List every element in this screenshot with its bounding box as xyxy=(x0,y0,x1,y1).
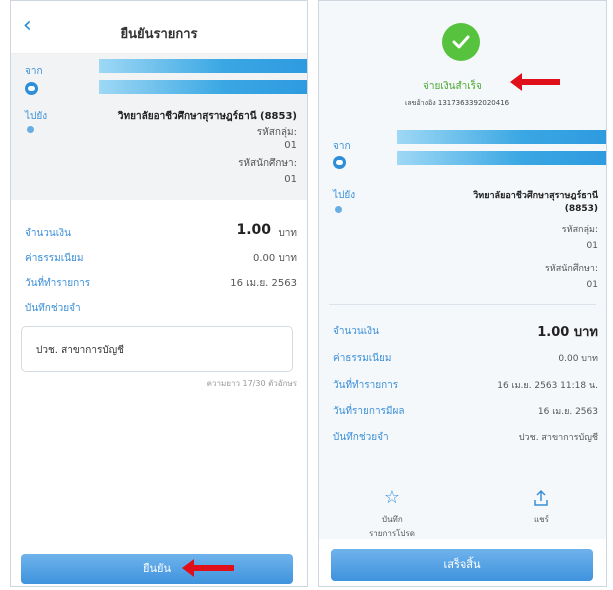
date-value: 16 เม.ย. 2563 11:18 น. xyxy=(497,381,598,391)
confirm-header: ‹ ยืนยันรายการ xyxy=(11,1,307,54)
done-button[interactable]: เสร็จสิ้น xyxy=(331,549,593,581)
student-value: 01 xyxy=(284,174,297,185)
divider xyxy=(329,304,596,305)
effective-date-value: 16 เม.ย. 2563 xyxy=(537,407,598,417)
group-label: รหัสกลุ่ม: xyxy=(561,225,598,235)
group-value: 01 xyxy=(284,140,297,151)
from-account-bar-2 xyxy=(99,80,307,94)
char-count: ความยาว 17/30 ตัวอักษร xyxy=(206,379,297,388)
fee-value: 0.00 บาท xyxy=(253,253,297,264)
favorite-label-1: บันทึก xyxy=(382,515,403,524)
fee-label: ค่าธรรมเนียม xyxy=(25,253,84,264)
memo-value: ปวช. สาขาการบัญชี xyxy=(36,345,124,356)
amount-label: จำนวนเงิน xyxy=(333,326,379,337)
arrow-pointer xyxy=(510,73,560,91)
student-value: 01 xyxy=(586,280,598,290)
account-icon xyxy=(333,156,346,169)
memo-value: ปวช. สาขาการบัญชี xyxy=(518,433,598,443)
arrow-pointer xyxy=(182,559,234,577)
from-account-bar xyxy=(397,130,606,144)
from-label: จาก xyxy=(333,141,351,152)
favorite-button[interactable]: ☆ บันทึก รายการโปรด xyxy=(357,487,427,539)
student-label: รหัสนักศึกษา: xyxy=(544,264,598,274)
account-section: จาก ไปยัง วิทยาลัยอาชีวศึกษาสุราษฎร์ธานี… xyxy=(11,54,307,200)
date-label: วันที่ทำรายการ xyxy=(25,278,91,289)
student-label: รหัสนักศึกษา: xyxy=(238,158,297,169)
recipient-name: วิทยาลัยอาชีวศึกษาสุราษฎร์ธานี (8853) xyxy=(117,111,297,122)
to-label: ไปยัง xyxy=(333,190,356,201)
effective-date-label: วันที่รายการมีผล xyxy=(333,406,405,417)
from-account-bar-2 xyxy=(397,151,606,165)
share-label: แชร์ xyxy=(534,515,549,524)
group-value: 01 xyxy=(586,241,598,251)
account-icon xyxy=(25,82,38,95)
reference-number: เลขอ้างอิง 13173633920204​16 xyxy=(405,99,510,107)
from-label: จาก xyxy=(25,66,43,77)
memo-label: บันทึกช่วยจำ xyxy=(25,303,81,314)
done-button-label: เสร็จสิ้น xyxy=(443,558,481,571)
share-button[interactable]: แชร์ xyxy=(517,487,567,539)
confirm-screen: ‹ ยืนยันรายการ จาก ไปยัง วิทยาลัยอาชีวศึ… xyxy=(10,0,308,587)
amount-label: จำนวนเงิน xyxy=(25,228,71,239)
memo-label: บันทึกช่วยจำ xyxy=(333,432,389,443)
date-value: 16 เม.ย. 2563 xyxy=(230,278,297,289)
confirm-button[interactable]: ยืนยัน xyxy=(21,554,293,584)
group-label: รหัสกลุ่ม: xyxy=(256,127,297,138)
favorite-label-2: รายการโปรด xyxy=(369,529,415,538)
page-title: ยืนยันรายการ xyxy=(120,27,198,42)
star-icon: ☆ xyxy=(383,487,401,508)
date-label: วันที่ทำรายการ xyxy=(333,380,399,391)
fee-label: ค่าธรรมเนียม xyxy=(333,353,392,364)
from-account-bar xyxy=(99,59,307,73)
recipient-icon xyxy=(27,126,34,133)
confirm-button-label: ยืนยัน xyxy=(143,562,171,575)
share-icon xyxy=(534,489,548,506)
to-label: ไปยัง xyxy=(25,111,48,122)
fee-value: 0.00 บาท xyxy=(558,354,598,364)
amount-value: 1.00 บาท xyxy=(537,325,598,340)
recipient-icon xyxy=(335,206,342,213)
recipient-name: วิทยาลัยอาชีวศึกษาสุราษฎร์ธานี xyxy=(473,191,598,201)
check-icon xyxy=(442,23,480,61)
success-status: จ่ายเงินสำเร็จ xyxy=(423,81,482,92)
recipient-code: (8853) xyxy=(564,204,598,214)
amount-value: 1.00 xyxy=(236,222,271,238)
memo-input[interactable]: ปวช. สาขาการบัญชี xyxy=(21,326,293,372)
amount-unit: บาท xyxy=(278,228,297,239)
success-screen: จ่ายเงินสำเร็จ เลขอ้างอิง 13173633920204… xyxy=(318,0,607,587)
